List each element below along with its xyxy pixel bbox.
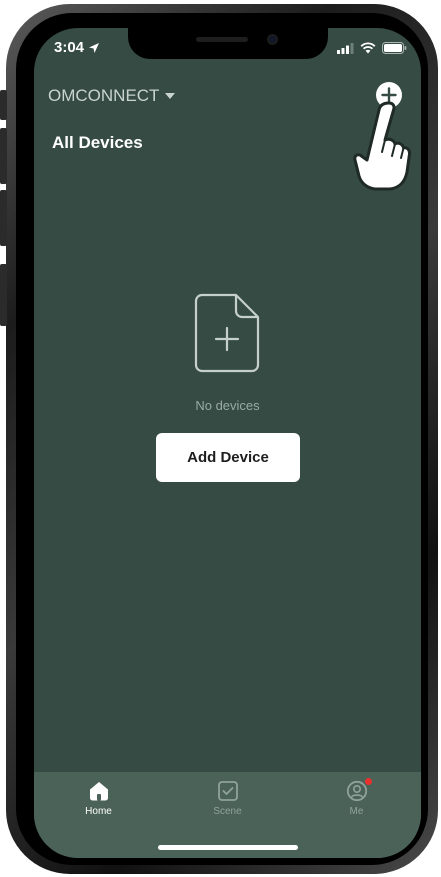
pointing-hand-icon (353, 101, 412, 191)
tab-home-label: Home (85, 806, 112, 817)
status-time: 3:04 (54, 39, 100, 56)
scene-icon (217, 781, 238, 801)
home-name: OMCONNECT (48, 86, 160, 105)
home-selector[interactable]: OMCONNECT (48, 86, 176, 106)
status-icons (337, 42, 407, 54)
home-indicator[interactable] (158, 845, 298, 850)
notch (128, 28, 328, 59)
page-title: All Devices (52, 133, 143, 152)
notification-badge (365, 778, 372, 785)
mute-switch (0, 90, 7, 120)
home-icon (89, 782, 108, 801)
empty-state-message: No devices (195, 398, 260, 413)
volume-down-button (0, 190, 7, 246)
speaker-grille (196, 37, 248, 42)
front-camera (267, 34, 278, 45)
location-arrow-icon (89, 42, 100, 53)
tab-home[interactable]: Home (34, 772, 163, 858)
profile-icon (346, 780, 367, 802)
tab-scene-label: Scene (213, 806, 242, 817)
empty-document-icon (194, 293, 260, 373)
signal-icon (337, 42, 354, 54)
wifi-icon (360, 42, 376, 54)
status-time-text: 3:04 (54, 39, 85, 56)
caret-down-icon (165, 93, 176, 99)
tab-me[interactable]: Me (292, 772, 421, 858)
volume-up-button (0, 128, 7, 184)
tab-me-label: Me (349, 806, 364, 817)
volume-button (0, 264, 7, 326)
battery-icon (382, 42, 407, 54)
app-screen: 3:04 OMCONNECT All Devices No devices Ad… (34, 28, 421, 858)
add-device-button[interactable]: Add Device (156, 433, 300, 482)
